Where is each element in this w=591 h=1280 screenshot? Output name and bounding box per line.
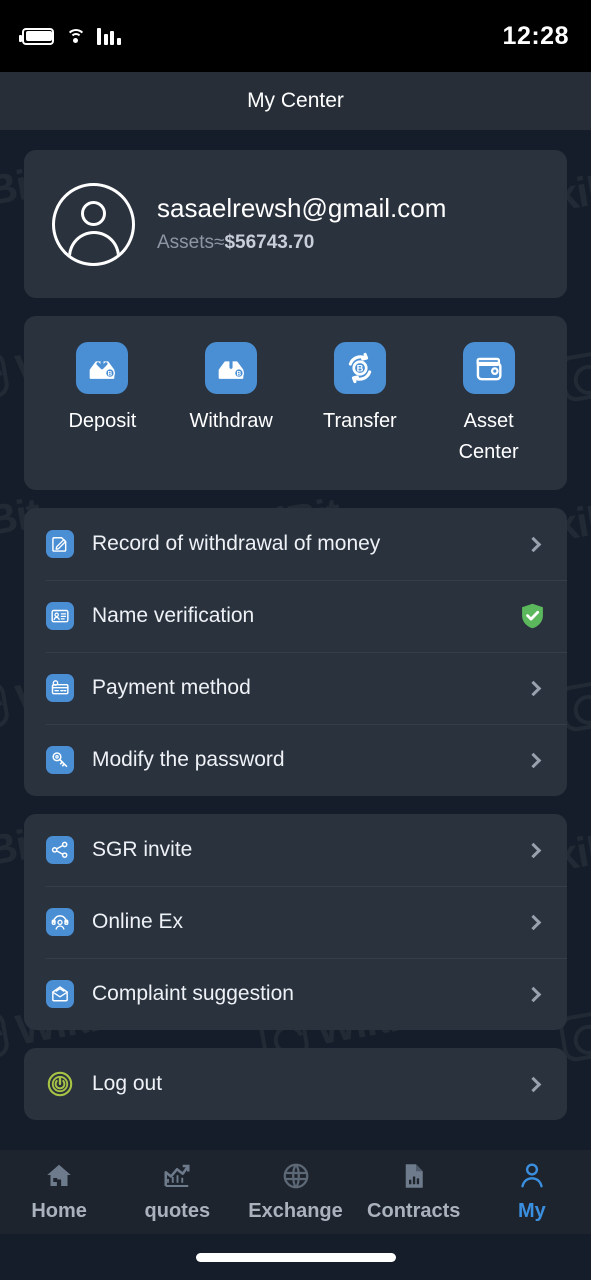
document-bars-icon xyxy=(399,1161,429,1196)
deposit-icon: B xyxy=(76,342,129,394)
tab-label: quotes xyxy=(144,1200,211,1222)
app-screen: WikiBitWikiBitWikiBitWikiBitWikiBitWikiB… xyxy=(0,0,591,1280)
tab-label: My xyxy=(518,1200,546,1222)
profile-assets: Assets≈$56743.70 xyxy=(157,232,446,254)
svg-text:B: B xyxy=(237,371,242,378)
wifi-icon xyxy=(65,28,86,44)
menu-row-complaint-suggestion[interactable]: Complaint suggestion xyxy=(24,958,567,1030)
menu-row-label: SGR invite xyxy=(92,838,193,861)
chevron-right-icon xyxy=(525,914,542,930)
chevron-right-icon xyxy=(525,842,542,858)
menu-row-label: Modify the password xyxy=(92,748,285,771)
profile-card[interactable]: sasaelrewsh@gmail.com Assets≈$56743.70 xyxy=(24,150,567,298)
profile-email: sasaelrewsh@gmail.com xyxy=(157,193,447,224)
assets-value: $56743.70 xyxy=(224,231,315,253)
wallet-icon xyxy=(462,342,515,394)
signal-bars-icon xyxy=(97,27,121,45)
page-title: My Center xyxy=(247,89,344,112)
menu-row-online-ex[interactable]: Online Ex xyxy=(24,886,567,958)
support-agent-icon xyxy=(46,908,74,936)
tab-label: Home xyxy=(31,1200,87,1222)
quick-action-asset-center[interactable]: Asset Center xyxy=(424,342,553,468)
menu-list: Record of withdrawal of money Name verifi… xyxy=(24,508,567,1120)
chevron-right-icon xyxy=(525,680,542,696)
menu-row-accessory xyxy=(525,680,545,696)
payment-card-icon xyxy=(46,674,74,702)
chevron-right-icon xyxy=(525,752,542,768)
verified-badge-icon xyxy=(522,603,543,629)
menu-row-sgr-invite[interactable]: SGR invite xyxy=(24,814,567,886)
house-icon xyxy=(44,1161,74,1196)
quick-action-withdraw[interactable]: B Withdraw xyxy=(167,342,296,468)
menu-row-log-out[interactable]: Log out xyxy=(24,1048,567,1120)
tab-label: Exchange xyxy=(248,1200,343,1222)
menu-row-label: Record of withdrawal of money xyxy=(92,532,381,555)
quick-action-label: Withdraw xyxy=(189,410,273,432)
tab-exchange[interactable]: Exchange xyxy=(236,1150,354,1234)
tab-home[interactable]: Home xyxy=(0,1150,118,1234)
quick-actions: B Deposit B Withdraw B Transfer Asset Center xyxy=(24,316,567,490)
transfer-icon: B xyxy=(333,342,386,394)
menu-row-record-of-withdrawal-of-money[interactable]: Record of withdrawal of money xyxy=(24,508,567,580)
profile-info: sasaelrewsh@gmail.com Assets≈$56743.70 xyxy=(157,193,447,254)
menu-row-payment-method[interactable]: Payment method xyxy=(24,652,567,724)
tab-my[interactable]: My xyxy=(473,1150,591,1234)
status-time: 12:28 xyxy=(502,21,569,50)
power-icon xyxy=(46,1070,74,1098)
home-indicator xyxy=(195,1253,396,1262)
menu-row-label: Name verification xyxy=(92,604,255,627)
svg-text:B: B xyxy=(108,371,113,378)
menu-group: Log out xyxy=(24,1048,567,1120)
tab-label: Contracts xyxy=(367,1200,461,1222)
bottom-tab-bar: Home quotes Exchange Contracts My xyxy=(0,1150,591,1234)
chevron-right-icon xyxy=(525,986,542,1002)
tab-quotes[interactable]: quotes xyxy=(118,1150,236,1234)
menu-row-label: Payment method xyxy=(92,676,251,699)
battery-icon xyxy=(19,27,54,45)
exchange-globe-icon xyxy=(281,1161,311,1196)
id-card-icon xyxy=(46,602,74,630)
menu-row-label: Online Ex xyxy=(92,910,184,933)
assets-label: Assets≈ xyxy=(157,231,225,253)
page-body: sasaelrewsh@gmail.com Assets≈$56743.70 B… xyxy=(0,150,591,1120)
svg-text:B: B xyxy=(357,363,364,373)
withdraw-icon: B xyxy=(205,342,258,394)
status-bar: 12:28 xyxy=(0,0,591,72)
chevron-right-icon xyxy=(525,536,542,552)
menu-row-label: Log out xyxy=(92,1072,163,1095)
chart-arrow-icon xyxy=(162,1161,192,1196)
page-header: My Center xyxy=(0,72,591,130)
quick-action-label: Asset Center xyxy=(458,410,519,463)
menu-group: Record of withdrawal of money Name verifi… xyxy=(24,508,567,796)
quick-action-transfer[interactable]: B Transfer xyxy=(296,342,425,468)
menu-row-accessory xyxy=(525,1076,545,1092)
share-nodes-icon xyxy=(46,836,74,864)
quick-action-label: Transfer xyxy=(323,410,397,432)
note-pencil-icon xyxy=(46,530,74,558)
menu-row-accessory xyxy=(525,752,545,768)
menu-row-label: Complaint suggestion xyxy=(92,982,294,1005)
menu-row-accessory xyxy=(525,536,545,552)
avatar xyxy=(52,182,135,266)
key-icon xyxy=(46,746,74,774)
envelope-icon xyxy=(46,980,74,1008)
tab-contracts[interactable]: Contracts xyxy=(355,1150,473,1234)
menu-row-accessory xyxy=(525,914,545,930)
menu-group: SGR invite Online Ex Complaint suggestion xyxy=(24,814,567,1030)
quick-action-deposit[interactable]: B Deposit xyxy=(38,342,167,468)
menu-row-modify-the-password[interactable]: Modify the password xyxy=(24,724,567,796)
menu-row-accessory xyxy=(525,986,545,1002)
status-icons xyxy=(19,27,121,45)
person-icon xyxy=(517,1161,547,1196)
menu-row-name-verification[interactable]: Name verification xyxy=(24,580,567,652)
quick-action-label: Deposit xyxy=(68,410,137,432)
menu-row-accessory xyxy=(525,842,545,858)
chevron-right-icon xyxy=(525,1076,542,1092)
menu-row-accessory xyxy=(520,602,545,630)
